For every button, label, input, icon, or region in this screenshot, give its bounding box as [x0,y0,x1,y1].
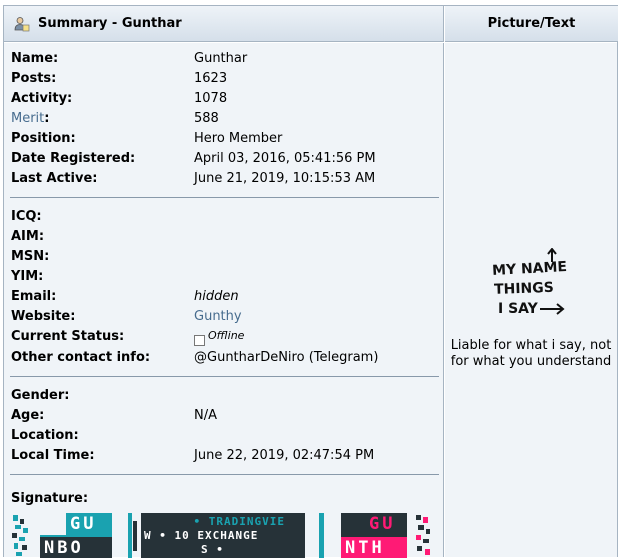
other-contact-value: @GuntharDeNiro (Telegram) [194,350,379,365]
status-value-group: Offline [194,329,244,349]
posts-label: Posts: [11,71,57,86]
picture-title: Picture/Text [487,16,576,31]
position-label: Position: [11,131,76,146]
signature-tile-text: NTH [345,538,385,558]
location-label: Location: [11,428,79,443]
merit-label-group: Merit: [11,111,49,126]
yim-label: YIM: [11,269,44,284]
merit-colon: : [44,111,50,126]
signature-label: Signature: [11,491,89,506]
posts-value: 1623 [194,71,228,86]
divider [10,197,439,198]
age-label: Age: [11,408,45,423]
picture-panel: MY NAME THINGS I SAY Liable for what i s… [445,43,617,557]
status-label: Current Status: [11,329,125,344]
summary-header: Summary - Gunthar [4,6,444,42]
signature-banner-center[interactable]: • TRADINGVIE W • 10 EXCHANGE S • [141,513,305,558]
signature-pixel-art-left [11,513,33,558]
other-contact-label: Other contact info: [11,350,151,365]
signature-tile-text: NBO [44,538,84,558]
signature-bar [127,513,139,558]
signature-bar [317,513,327,558]
signature-tile-text: • TRADINGVIE [193,515,285,528]
divider [10,474,439,475]
personal-text: Liable for what i say, not for what you … [450,338,612,369]
summary-panel: Name: Gunthar Posts: 1623 Activity: 1078… [4,43,444,558]
website-link[interactable]: Gunthy [194,309,242,324]
local-time-label: Local Time: [11,448,95,463]
summary-title: Summary - Gunthar [38,16,182,31]
profile-frame: Summary - Gunthar Picture/Text Name: Gun… [3,5,618,558]
email-value: hidden [194,289,239,304]
avatar-line: MY NAME [492,259,568,279]
signature-pixel-art-right [414,513,434,558]
signature-banner-left[interactable]: GU NBO [40,513,112,558]
website-label: Website: [11,309,76,324]
divider [10,376,439,377]
name-value: Gunthar [194,51,248,66]
email-label: Email: [11,289,57,304]
avatar-line: THINGS [494,280,554,298]
user-icon [14,16,30,32]
signature-tile-text: GU [70,514,97,534]
picture-header: Picture/Text [445,6,618,42]
activity-label: Activity: [11,91,73,106]
signature-tile-text: GU [369,514,396,534]
signature-banner-right[interactable]: GU NTH [341,513,407,558]
avatar: MY NAME THINGS I SAY [490,247,575,318]
last-active-label: Last Active: [11,171,98,186]
name-label: Name: [11,51,59,66]
merit-link[interactable]: Merit [11,111,44,126]
signature-tile-text: S • [201,543,224,556]
avatar-line: I SAY [498,301,539,317]
merit-value: 588 [194,111,219,126]
status-value: Offline [208,329,245,342]
icq-label: ICQ: [11,209,42,224]
registered-value: April 03, 2016, 05:41:56 PM [194,151,376,166]
activity-value: 1078 [194,91,228,106]
registered-label: Date Registered: [11,151,136,166]
gender-label: Gender: [11,388,70,403]
local-time-value: June 22, 2019, 02:47:54 PM [194,448,375,463]
age-value: N/A [194,408,217,423]
last-active-value: June 21, 2019, 10:15:53 AM [194,171,376,186]
signature-tile-text: W • 10 EXCHANGE [144,529,259,542]
offline-status-icon [194,335,205,346]
aim-label: AIM: [11,229,45,244]
msn-label: MSN: [11,249,50,264]
arrow-right-icon [540,303,565,315]
position-value: Hero Member [194,131,283,146]
